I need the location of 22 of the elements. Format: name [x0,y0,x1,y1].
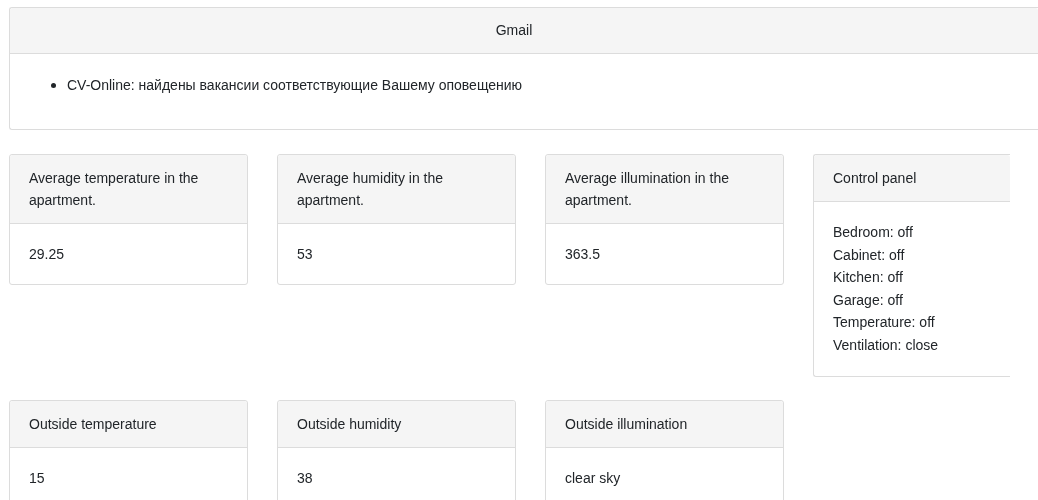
status-line: Temperature: off [833,313,936,332]
status-line: Kitchen: off [833,268,904,287]
list-item: CV-Online: найдены вакансии соответствующие Вашему оповещению [67,76,523,95]
status-line: Bedroom: off [833,223,914,242]
card-header: Outside illumination [546,401,783,448]
card-header: Average humidity in the apartment. [278,155,515,224]
card-header: Outside temperature [10,401,247,448]
bullet-icon [51,82,56,88]
card-header: Average temperature in the apartment. [10,155,247,224]
card-value: 38 [297,469,314,488]
card-value: 29.25 [29,245,66,264]
card-value: 53 [297,245,314,264]
card-value: 363.5 [565,245,602,264]
status-line: Ventilation: close [833,335,940,355]
card-value: 15 [29,469,46,488]
card-header: Gmail [10,8,1038,54]
card-header: Average illumination in the apartment. [546,155,783,224]
card-header: Control panel [814,155,1010,202]
status-line: Garage: off [833,290,904,310]
card-header: Outside humidity [278,401,515,448]
card-value: clear sky [565,469,622,488]
status-line: Cabinet: off [833,245,906,265]
